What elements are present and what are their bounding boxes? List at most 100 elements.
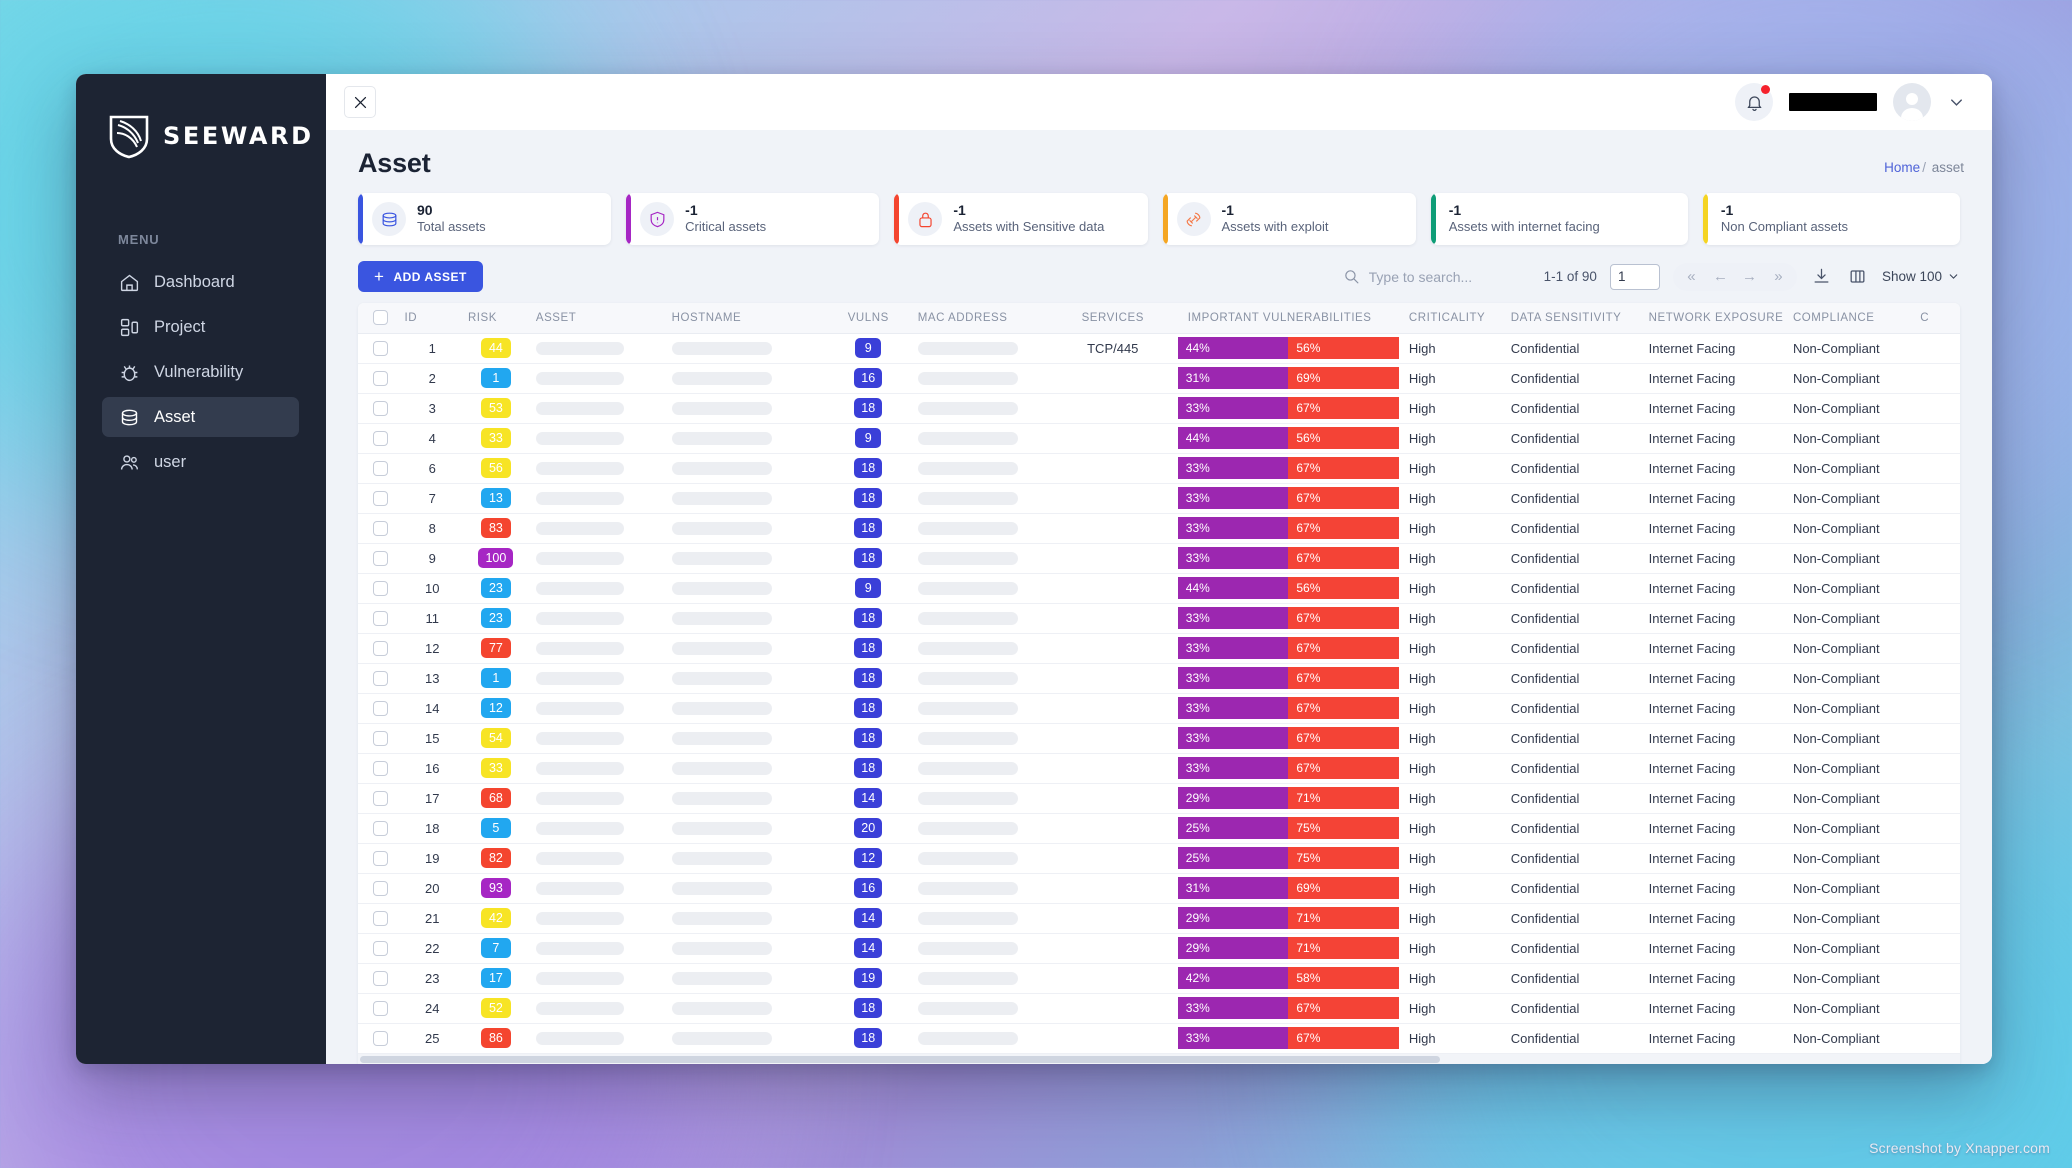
column-header-network-exposure[interactable]: NETWORK EXPOSURE <box>1643 303 1787 333</box>
next-page-button[interactable]: → <box>1736 266 1763 288</box>
table-row[interactable]: 14121833%67%HighConfidentialInternet Fac… <box>358 693 1960 723</box>
scrollbar-thumb[interactable] <box>360 1056 1440 1063</box>
rows-per-page-select[interactable]: Show 100 <box>1882 269 1960 284</box>
table-row[interactable]: 1449TCP/44544%56%HighConfidentialInterne… <box>358 333 1960 363</box>
table-row[interactable]: 211631%69%HighConfidentialInternet Facin… <box>358 363 1960 393</box>
row-checkbox[interactable] <box>373 971 388 986</box>
row-checkbox[interactable] <box>373 341 388 356</box>
row-checkbox[interactable] <box>373 611 388 626</box>
first-page-button[interactable]: « <box>1678 266 1705 288</box>
columns-button[interactable] <box>1846 265 1869 288</box>
column-header-services[interactable]: SERVICES <box>1052 303 1174 333</box>
download-button[interactable] <box>1810 265 1833 288</box>
horizontal-scrollbar[interactable] <box>358 1054 1960 1064</box>
row-checkbox[interactable] <box>373 911 388 926</box>
row-checkbox[interactable] <box>373 461 388 476</box>
table-row[interactable]: 24521833%67%HighConfidentialInternet Fac… <box>358 993 1960 1023</box>
sidebar-item-project[interactable]: Project <box>102 307 299 347</box>
table-row[interactable]: 1311833%67%HighConfidentialInternet Faci… <box>358 663 1960 693</box>
column-header-risk[interactable]: RISK <box>462 303 530 333</box>
search-input[interactable] <box>1369 269 1519 285</box>
prev-page-button[interactable]: ← <box>1707 266 1734 288</box>
table-row[interactable]: 15541833%67%HighConfidentialInternet Fac… <box>358 723 1960 753</box>
table-row[interactable]: 91001833%67%HighConfidentialInternet Fac… <box>358 543 1960 573</box>
row-checkbox[interactable] <box>373 731 388 746</box>
sidebar-item-vulnerability[interactable]: Vulnerability <box>102 352 299 392</box>
table-row[interactable]: 16331833%67%HighConfidentialInternet Fac… <box>358 753 1960 783</box>
table-row[interactable]: 19821225%75%HighConfidentialInternet Fac… <box>358 843 1960 873</box>
column-header-compliance[interactable]: COMPLIANCE <box>1787 303 1914 333</box>
sidebar-item-dashboard[interactable]: Dashboard <box>102 262 299 302</box>
column-header-important-vulnerabilities[interactable]: IMPORTANT VULNERABILITIES <box>1174 303 1403 333</box>
page-number-input[interactable] <box>1610 264 1660 290</box>
column-header-hostname[interactable]: HOSTNAME <box>666 303 825 333</box>
cell-vulns: 18 <box>825 603 912 633</box>
row-checkbox[interactable] <box>373 671 388 686</box>
table-row[interactable]: 17681429%71%HighConfidentialInternet Fac… <box>358 783 1960 813</box>
column-header-mac[interactable]: MAC ADDRESS <box>912 303 1052 333</box>
select-all-checkbox[interactable] <box>373 310 388 325</box>
column-header-id[interactable]: ID <box>403 303 462 333</box>
breadcrumb-home-link[interactable]: Home <box>1884 160 1920 175</box>
row-checkbox[interactable] <box>373 881 388 896</box>
row-checkbox[interactable] <box>373 851 388 866</box>
add-asset-button[interactable]: + ADD ASSET <box>358 261 483 292</box>
column-header-criticality[interactable]: CRITICALITY <box>1403 303 1505 333</box>
pagination-range: 1-1 of 90 <box>1544 269 1597 284</box>
sidebar-item-asset[interactable]: Asset <box>102 397 299 437</box>
user-menu-chevron-down-icon[interactable] <box>1947 93 1966 112</box>
close-button[interactable] <box>344 86 376 118</box>
column-header-vulns[interactable]: VULNS <box>825 303 912 333</box>
table-row[interactable]: 25861833%67%HighConfidentialInternet Fac… <box>358 1023 1960 1053</box>
row-checkbox[interactable] <box>373 761 388 776</box>
table-row[interactable]: 12771833%67%HighConfidentialInternet Fac… <box>358 633 1960 663</box>
table-row[interactable]: 1852025%75%HighConfidentialInternet Faci… <box>358 813 1960 843</box>
kpi-card-sensitive-data[interactable]: -1 Assets with Sensitive data <box>894 193 1147 245</box>
row-checkbox[interactable] <box>373 641 388 656</box>
row-checkbox[interactable] <box>373 1031 388 1046</box>
table-row[interactable]: 23171942%58%HighConfidentialInternet Fac… <box>358 963 1960 993</box>
mac-placeholder <box>918 342 1018 355</box>
row-checkbox[interactable] <box>373 521 388 536</box>
kpi-card-exploit[interactable]: -1 Assets with exploit <box>1163 193 1416 245</box>
row-checkbox[interactable] <box>373 551 388 566</box>
row-checkbox[interactable] <box>373 791 388 806</box>
row-checkbox[interactable] <box>373 701 388 716</box>
row-checkbox[interactable] <box>373 401 388 416</box>
row-checkbox[interactable] <box>373 941 388 956</box>
notifications-button[interactable] <box>1735 83 1773 121</box>
cell-criticality: High <box>1403 1023 1505 1053</box>
last-page-button[interactable]: » <box>1765 266 1792 288</box>
table-row[interactable]: 1023944%56%HighConfidentialInternet Faci… <box>358 573 1960 603</box>
cell-asset <box>530 513 666 543</box>
asset-table-container[interactable]: ID RISK ASSET HOSTNAME VULNS MAC ADDRESS… <box>358 303 1960 1064</box>
row-checkbox[interactable] <box>373 371 388 386</box>
table-row[interactable]: 6561833%67%HighConfidentialInternet Faci… <box>358 453 1960 483</box>
avatar[interactable] <box>1893 83 1931 121</box>
sidebar-item-user[interactable]: user <box>102 442 299 482</box>
column-header-asset[interactable]: ASSET <box>530 303 666 333</box>
row-checkbox[interactable] <box>373 1001 388 1016</box>
table-row[interactable]: 8831833%67%HighConfidentialInternet Faci… <box>358 513 1960 543</box>
row-select-cell <box>358 453 403 483</box>
cell-vulns: 18 <box>825 453 912 483</box>
hostname-placeholder <box>672 402 772 415</box>
table-row[interactable]: 20931631%69%HighConfidentialInternet Fac… <box>358 873 1960 903</box>
kpi-card-critical-assets[interactable]: -1 Critical assets <box>626 193 879 245</box>
table-row[interactable]: 21421429%71%HighConfidentialInternet Fac… <box>358 903 1960 933</box>
kpi-card-non-compliant[interactable]: -1 Non Compliant assets <box>1703 193 1960 245</box>
row-checkbox[interactable] <box>373 491 388 506</box>
table-row[interactable]: 433944%56%HighConfidentialInternet Facin… <box>358 423 1960 453</box>
row-checkbox[interactable] <box>373 431 388 446</box>
columns-icon <box>1848 267 1867 286</box>
row-checkbox[interactable] <box>373 821 388 836</box>
row-checkbox[interactable] <box>373 581 388 596</box>
column-header-data-sensitivity[interactable]: DATA SENSITIVITY <box>1505 303 1643 333</box>
table-row[interactable]: 3531833%67%HighConfidentialInternet Faci… <box>358 393 1960 423</box>
kpi-card-total-assets[interactable]: 90 Total assets <box>358 193 611 245</box>
column-header-next[interactable]: C <box>1914 303 1960 333</box>
table-row[interactable]: 11231833%67%HighConfidentialInternet Fac… <box>358 603 1960 633</box>
kpi-card-internet-facing[interactable]: -1 Assets with internet facing <box>1431 193 1688 245</box>
table-row[interactable]: 7131833%67%HighConfidentialInternet Faci… <box>358 483 1960 513</box>
table-row[interactable]: 2271429%71%HighConfidentialInternet Faci… <box>358 933 1960 963</box>
